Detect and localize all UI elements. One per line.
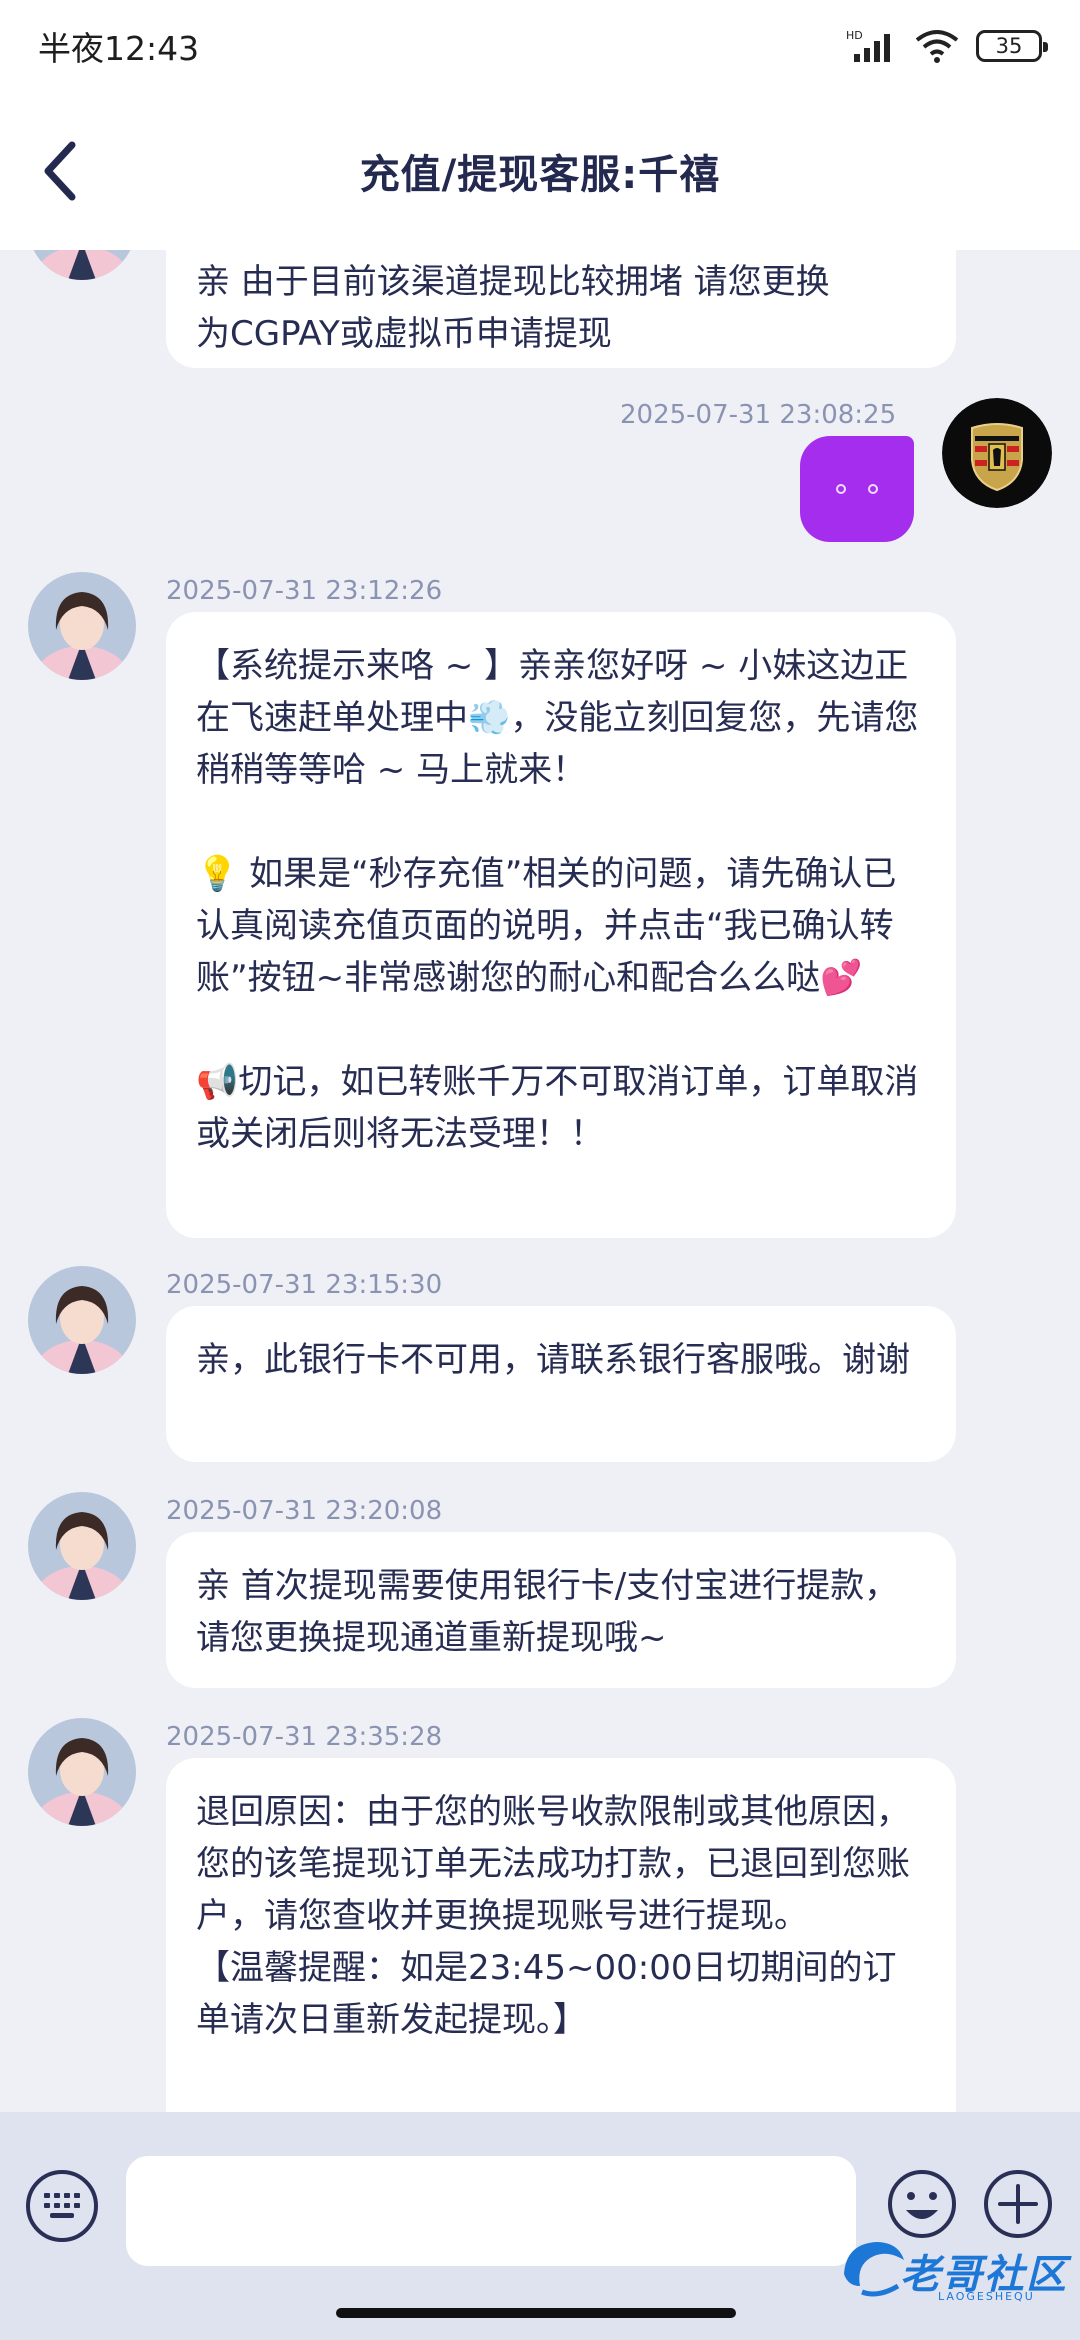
keyboard-icon <box>44 2193 80 2218</box>
wifi-icon <box>914 28 960 64</box>
plus-button[interactable] <box>982 2168 1054 2240</box>
status-icons: HD 35 <box>846 28 1048 64</box>
message-bubble[interactable]: 【系统提示来咯 ~ 】亲亲您好呀 ~ 小妹这边正在飞速赶单处理中💨，没能立刻回复… <box>166 612 956 1238</box>
message-bubble-outgoing[interactable]: 。。 <box>800 436 914 542</box>
back-arrow-icon <box>44 141 76 201</box>
avatar-agent[interactable] <box>28 1718 136 1826</box>
message-bubble[interactable]: 亲 由于目前该渠道提现比较拥堵 请您更换 为CGPAY或虚拟币申请提现 <box>166 250 956 368</box>
message-timestamp: 2025-07-31 23:08:25 <box>620 400 897 430</box>
avatar-agent[interactable] <box>28 1492 136 1600</box>
message-timestamp: 2025-07-31 23:35:28 <box>166 1722 443 1752</box>
dragon-logo-icon <box>844 2242 904 2297</box>
back-button[interactable] <box>30 138 90 204</box>
network-label: HD <box>846 29 863 42</box>
chat-list[interactable]: 亲 由于目前该渠道提现比较拥堵 请您更换 为CGPAY或虚拟币申请提现 2025… <box>0 250 1080 2112</box>
status-bar: 半夜12:43 HD 35 <box>0 0 1080 92</box>
battery-icon: 35 <box>976 30 1048 62</box>
dot-glyph <box>868 484 878 494</box>
message-bubble[interactable]: 亲 首次提现需要使用银行卡/支付宝进行提款，请您更换提现通道重新提现哦~ <box>166 1532 956 1688</box>
emoji-button[interactable] <box>886 2168 958 2240</box>
message-timestamp: 2025-07-31 23:12:26 <box>166 576 443 606</box>
message-bubble[interactable]: 退回原因：由于您的账号收款限制或其他原因，您的该笔提现订单无法成功打款，已退回到… <box>166 1758 956 2112</box>
keyboard-toggle-button[interactable] <box>26 2170 98 2242</box>
message-bubble[interactable]: 亲，此银行卡不可用，请联系银行客服哦。谢谢 <box>166 1306 956 1462</box>
emoji-icon <box>888 2170 956 2238</box>
message-input[interactable] <box>126 2156 856 2266</box>
avatar-user-porsche-logo[interactable] <box>942 398 1052 508</box>
page-title: 充值/提现客服:千禧 <box>359 152 721 198</box>
avatar-agent[interactable] <box>28 250 136 280</box>
watermark: 老哥社区 LAOGESHEQU <box>838 2234 1074 2308</box>
signal-icon: HD <box>846 28 898 64</box>
message-timestamp: 2025-07-31 23:15:30 <box>166 1270 443 1300</box>
status-time: 半夜12:43 <box>38 29 200 68</box>
watermark-subtext: LAOGESHEQU <box>938 2290 1035 2303</box>
plus-icon <box>984 2170 1052 2238</box>
header: 充值/提现客服:千禧 <box>0 92 1080 250</box>
message-timestamp: 2025-07-31 23:20:08 <box>166 1496 443 1526</box>
avatar-agent[interactable] <box>28 1266 136 1374</box>
avatar-agent[interactable] <box>28 572 136 680</box>
home-indicator[interactable] <box>336 2308 736 2318</box>
dot-glyph <box>836 484 846 494</box>
